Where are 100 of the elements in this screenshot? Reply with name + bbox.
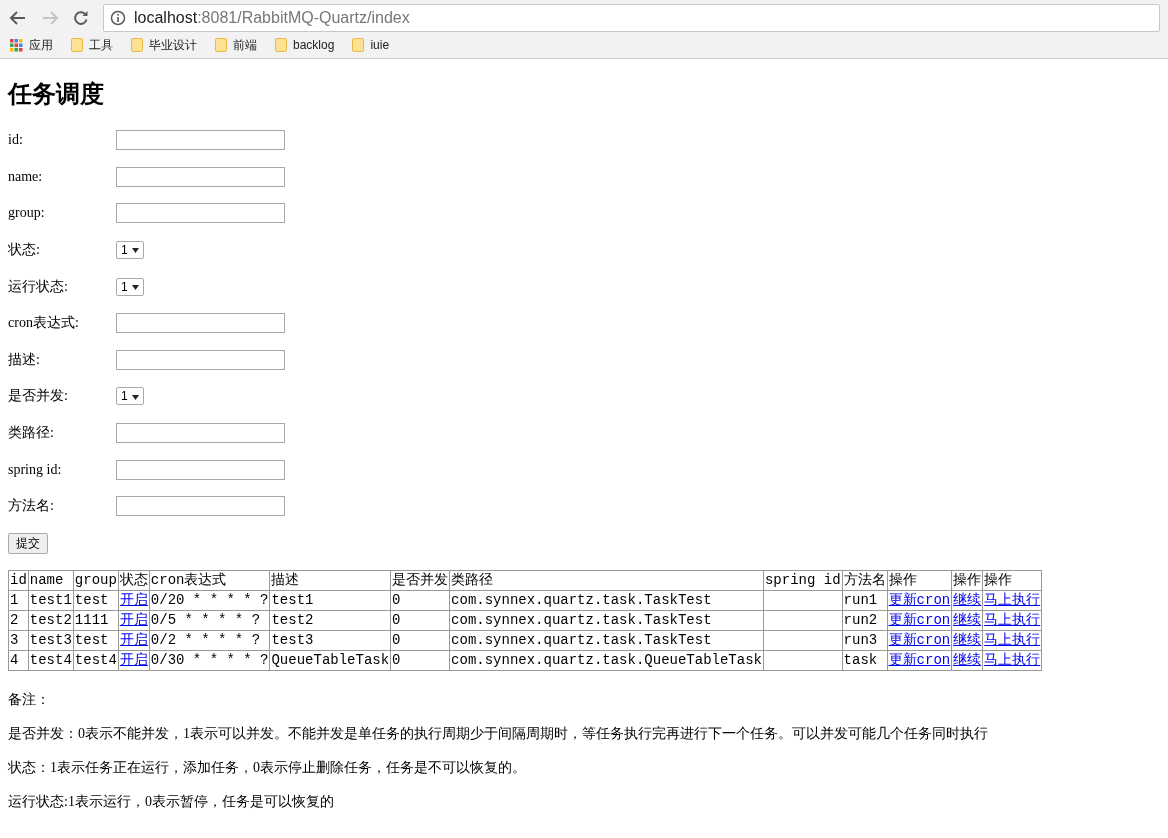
table-link[interactable]: 更新cron bbox=[888, 592, 951, 609]
select-dropdown[interactable]: 1 bbox=[116, 241, 144, 260]
table-cell: run1 bbox=[842, 590, 888, 611]
column-header: 描述 bbox=[269, 570, 391, 591]
bookmark-item[interactable]: iuie bbox=[352, 38, 390, 52]
note-text: 是否并发：0表示不能并发，1表示可以并发。不能并发是单任务的执行周期少于间隔周期时，等任务执行完再进行下一个任务。可以并发可能几个任务同时执行 bbox=[8, 724, 989, 743]
table-cell: 1 bbox=[8, 590, 29, 611]
field-label: 描述: bbox=[8, 350, 41, 369]
table-cell: run3 bbox=[842, 630, 888, 651]
table-cell: com.synnex.quartz.task.QueueTableTask bbox=[449, 650, 764, 671]
table-link[interactable]: 马上执行 bbox=[984, 592, 1041, 609]
input-field[interactable] bbox=[116, 496, 285, 517]
table-cell: 0 bbox=[390, 650, 450, 671]
table-link[interactable]: 开启 bbox=[119, 652, 148, 669]
forward-icon[interactable] bbox=[41, 9, 59, 26]
folder-icon bbox=[275, 38, 287, 52]
table-cell: QueueTableTask bbox=[269, 650, 391, 671]
bookmark-item[interactable]: 毕业设计 bbox=[131, 36, 197, 54]
note-text: 状态：1表示任务正在运行，添加任务，0表示停止删除任务，任务是不可以恢复的。 bbox=[8, 758, 527, 777]
table-cell: test2 bbox=[28, 610, 74, 631]
table-link[interactable]: 马上执行 bbox=[984, 632, 1041, 649]
column-header: cron表达式 bbox=[149, 570, 270, 591]
input-field[interactable] bbox=[116, 423, 285, 444]
back-icon[interactable] bbox=[9, 9, 27, 26]
column-header: 状态 bbox=[118, 570, 150, 591]
field-label: cron表达式: bbox=[8, 314, 80, 333]
column-header: 操作 bbox=[887, 570, 952, 591]
table-cell: 0 bbox=[390, 610, 450, 631]
table-cell: 0/5 * * * * ? bbox=[149, 610, 270, 631]
table-link[interactable]: 继续 bbox=[953, 612, 982, 629]
address-bar[interactable]: localhost:8081/RabbitMQ-Quartz/index bbox=[103, 3, 1160, 32]
field-label: id: bbox=[8, 132, 24, 149]
column-header: id bbox=[8, 570, 29, 591]
table-cell: com.synnex.quartz.task.TaskTest bbox=[449, 610, 764, 631]
table-link[interactable]: 更新cron bbox=[888, 612, 951, 629]
folder-icon bbox=[71, 38, 83, 52]
column-header: 方法名 bbox=[842, 570, 888, 591]
field-label: 类路径: bbox=[8, 424, 55, 443]
select-dropdown[interactable]: 1 bbox=[116, 277, 144, 296]
table-cell: test4 bbox=[28, 650, 74, 671]
bookmark-item[interactable]: 应用 bbox=[10, 36, 53, 54]
table-link[interactable]: 继续 bbox=[953, 632, 982, 649]
table-cell: test4 bbox=[73, 650, 119, 671]
bookmark-item[interactable]: 工具 bbox=[71, 36, 113, 54]
note-text: 备注： bbox=[8, 690, 51, 709]
folder-icon bbox=[215, 38, 227, 52]
bookmark-item[interactable]: backlog bbox=[275, 38, 335, 52]
table-cell: test3 bbox=[269, 630, 391, 651]
table-cell: 0 bbox=[390, 590, 450, 611]
table-link[interactable]: 开启 bbox=[119, 612, 148, 629]
reload-icon[interactable] bbox=[73, 9, 89, 26]
field-label: group: bbox=[8, 205, 46, 222]
input-field[interactable] bbox=[116, 313, 285, 334]
table-link[interactable]: 更新cron bbox=[888, 652, 951, 669]
table-cell: test3 bbox=[28, 630, 74, 651]
field-label: 运行状态: bbox=[8, 277, 69, 296]
field-label: name: bbox=[8, 168, 44, 185]
table-link[interactable]: 继续 bbox=[953, 592, 982, 609]
dropdown-arrow-icon bbox=[132, 285, 139, 290]
table-link[interactable]: 更新cron bbox=[888, 632, 951, 649]
dropdown-arrow-icon bbox=[132, 394, 139, 400]
table-link[interactable]: 马上执行 bbox=[984, 652, 1041, 669]
table-cell: 0/30 * * * * ? bbox=[149, 650, 270, 671]
column-header: 类路径 bbox=[449, 570, 764, 591]
input-field[interactable] bbox=[116, 459, 285, 480]
note-text: 运行状态:1表示运行，0表示暂停，任务是可以恢复的 bbox=[8, 792, 335, 811]
field-label: spring id: bbox=[8, 461, 63, 478]
column-header: 操作 bbox=[951, 570, 983, 591]
apps-grid-icon bbox=[10, 38, 23, 52]
column-header: spring id bbox=[763, 570, 843, 591]
field-label: 是否并发: bbox=[8, 387, 69, 406]
table-cell: com.synnex.quartz.task.TaskTest bbox=[449, 590, 764, 611]
bookmark-item[interactable]: 前端 bbox=[215, 36, 257, 54]
table-cell: com.synnex.quartz.task.TaskTest bbox=[449, 630, 764, 651]
table-link[interactable]: 马上执行 bbox=[984, 612, 1041, 629]
table-cell: test bbox=[73, 590, 119, 611]
select-dropdown[interactable]: 1 bbox=[116, 387, 144, 406]
table-cell: task bbox=[842, 650, 888, 671]
input-field[interactable] bbox=[116, 203, 285, 224]
column-header: name bbox=[28, 570, 74, 591]
table-cell: test1 bbox=[269, 590, 391, 611]
input-field[interactable] bbox=[116, 130, 285, 151]
page-title: 任务调度 bbox=[8, 80, 105, 109]
input-field[interactable] bbox=[116, 349, 285, 370]
table-cell: 1111 bbox=[73, 610, 119, 631]
table-cell: 3 bbox=[8, 630, 29, 651]
table-link[interactable]: 继续 bbox=[953, 652, 982, 669]
field-label: 方法名: bbox=[8, 497, 55, 516]
table-cell: 0 bbox=[390, 630, 450, 651]
submit-button[interactable]: 提交 bbox=[8, 532, 48, 554]
input-field[interactable] bbox=[116, 166, 285, 187]
table-cell: run2 bbox=[842, 610, 888, 631]
table-cell: test2 bbox=[269, 610, 391, 631]
folder-icon bbox=[131, 38, 143, 52]
table-cell: 0/2 * * * * ? bbox=[149, 630, 270, 651]
column-header: 操作 bbox=[982, 570, 1042, 591]
table-cell: 0/20 * * * * ? bbox=[149, 590, 270, 611]
table-link[interactable]: 开启 bbox=[119, 592, 148, 609]
column-header: group bbox=[73, 570, 119, 591]
table-link[interactable]: 开启 bbox=[119, 632, 148, 649]
